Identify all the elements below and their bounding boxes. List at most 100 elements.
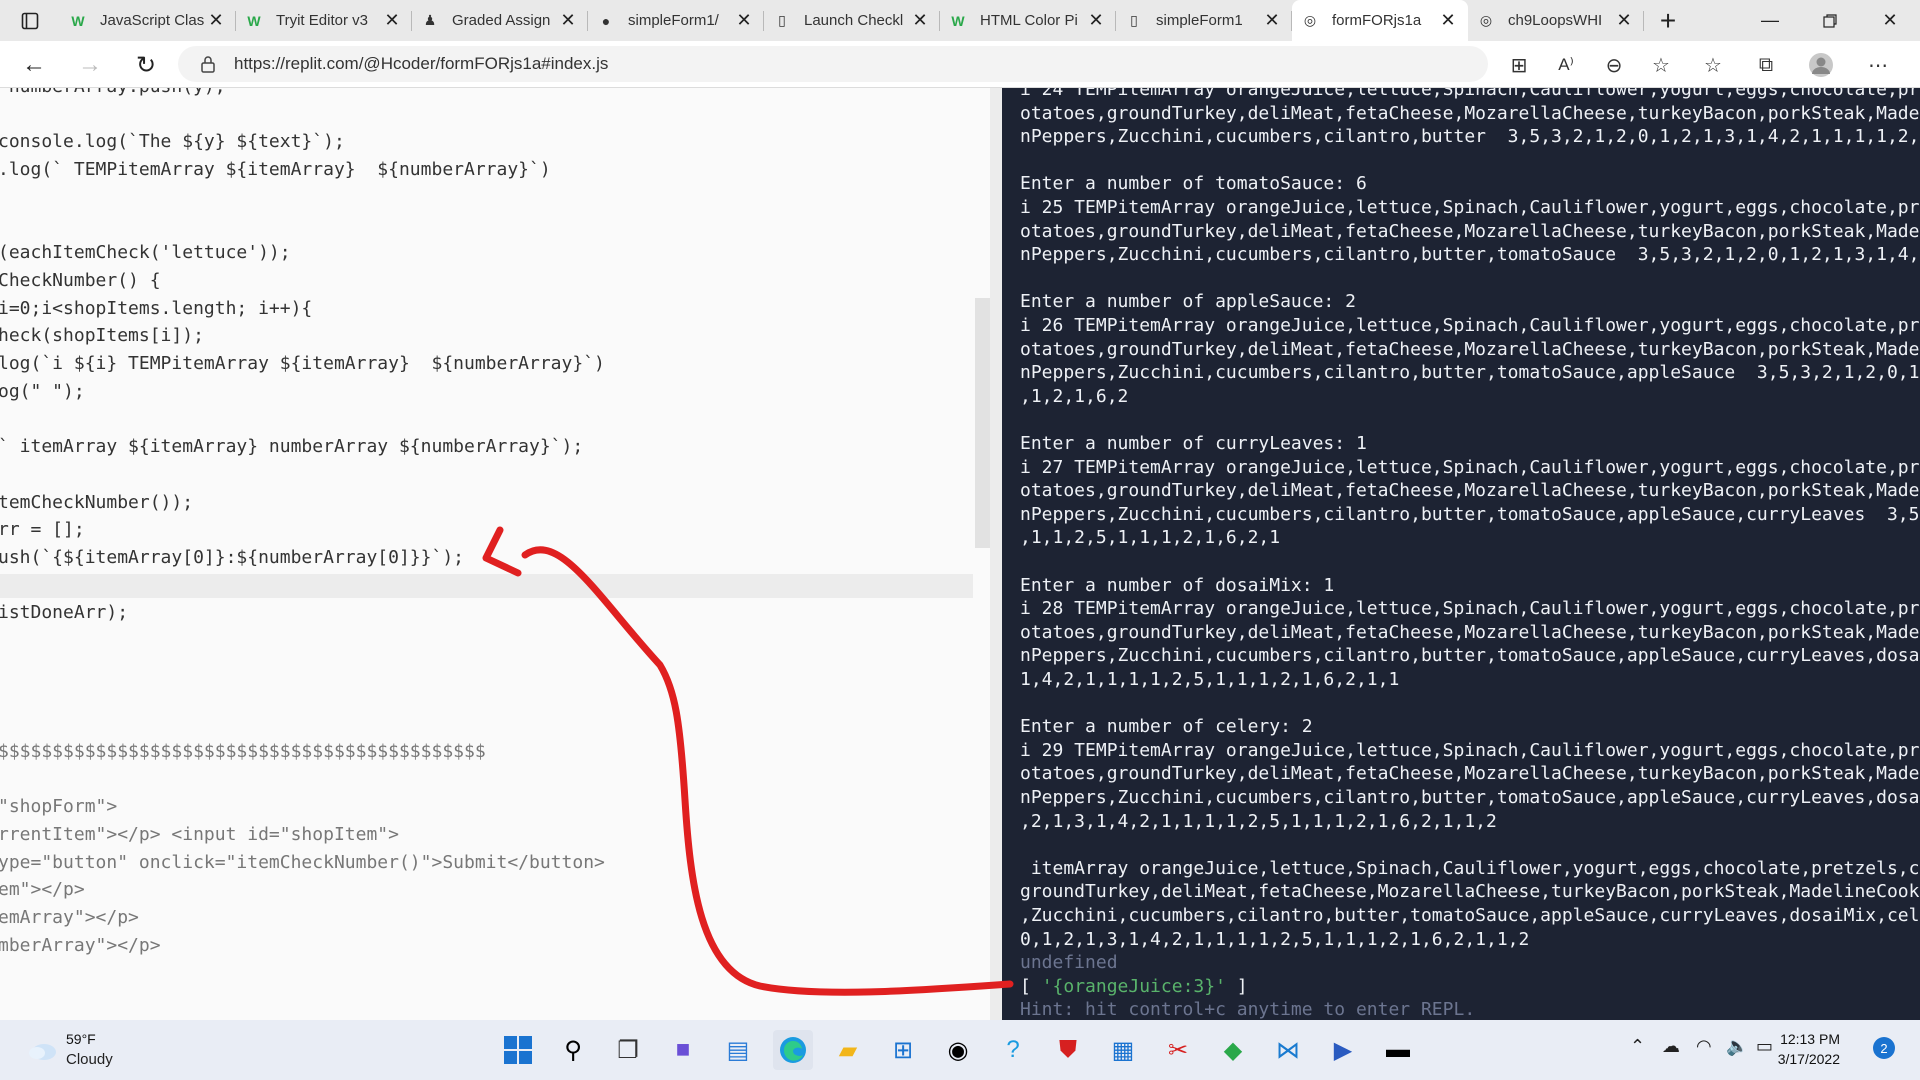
close-tab-icon[interactable]: ✕: [908, 10, 932, 31]
settings-menu-button[interactable]: ⋯: [1862, 49, 1894, 81]
help-button[interactable]: ?: [993, 1030, 1033, 1070]
notepad-icon: ▤: [726, 1036, 750, 1064]
battery-icon[interactable]: ▭: [1756, 1036, 1773, 1057]
git-button[interactable]: ◆: [1213, 1030, 1253, 1070]
close-tab-icon[interactable]: ✕: [1436, 10, 1460, 31]
tab-title: simpleForm1/: [628, 12, 719, 29]
code-line: $$$$$$$$$$$$$$$$$$$$$$$$$$$$$$$$$$$$$$$$…: [0, 740, 486, 762]
minimize-button[interactable]: —: [1740, 0, 1800, 41]
tab-title: Launch Checkl: [804, 12, 904, 29]
console-line: ,2,1,3,1,4,2,1,1,1,1,2,5,1,1,1,2,1,6,2,1…: [1020, 810, 1497, 832]
wifi-icon[interactable]: ◠: [1696, 1036, 1712, 1057]
code-line: rrentItem"></p> <input id="shopItem">: [0, 823, 399, 845]
address-bar: ← → ↻ https://replit.com/@Hcoder/formFOR…: [0, 41, 1920, 88]
console-line: ,Zucchini,cucumbers,cilantro,butter,toma…: [1020, 905, 1920, 926]
back-button[interactable]: ←: [16, 47, 52, 83]
editor-scrollbar[interactable]: [975, 298, 990, 548]
tab-4[interactable]: ● simpleForm1/ ✕: [588, 0, 764, 41]
tab-actions-button[interactable]: [0, 0, 60, 41]
clock-date[interactable]: 3/17/2022: [1778, 1051, 1840, 1067]
store-button[interactable]: ⊞: [883, 1030, 923, 1070]
tab-8[interactable]: ◎ formFORjs1a ✕: [1292, 0, 1468, 41]
console-line: Enter a number of dosaiMix: 1: [1020, 574, 1335, 596]
star-add-icon: ☆: [1652, 54, 1670, 77]
calendar-button[interactable]: ▦: [1103, 1030, 1143, 1070]
replit-icon: ◎: [1479, 12, 1493, 28]
close-tab-icon[interactable]: ✕: [1260, 10, 1284, 31]
code-line: em"></p>: [0, 879, 85, 901]
w-icon: W: [247, 12, 261, 29]
tab-title: Graded Assign: [452, 12, 551, 29]
start-button[interactable]: [498, 1030, 538, 1070]
collections-button[interactable]: ⧉: [1750, 49, 1782, 81]
tab-7[interactable]: ▯ simpleForm1 ✕: [1116, 0, 1292, 41]
weather-widget[interactable]: [22, 1030, 62, 1070]
close-tab-icon[interactable]: ✕: [556, 10, 580, 31]
show-hidden-icons-button[interactable]: ⌃: [1630, 1036, 1645, 1057]
code-line: mberArray"></p>: [0, 934, 161, 956]
code-editor[interactable]: numberArray.push(y); console.log(`The ${y…: [0, 88, 990, 1020]
tab-title: HTML Color Pi: [980, 12, 1078, 29]
task-view-button[interactable]: ❐: [608, 1030, 648, 1070]
powershell-button[interactable]: ▶: [1323, 1030, 1363, 1070]
console-line: nPeppers,Zucchini,cucumbers,cilantro,but…: [1020, 503, 1920, 525]
search-icon: ⚲: [564, 1036, 582, 1064]
close-tab-icon[interactable]: ✕: [380, 10, 404, 31]
close-window-button[interactable]: ✕: [1860, 0, 1920, 41]
zoom-out-icon: ⊖: [1605, 54, 1623, 77]
file-explorer-button[interactable]: ▰: [828, 1030, 868, 1070]
onedrive-icon[interactable]: ☁: [1662, 1036, 1680, 1057]
console-line: 1,4,2,1,1,1,1,2,5,1,1,1,2,1,6,2,1,1: [1020, 669, 1400, 690]
tab-3[interactable]: ♟ Graded Assign ✕: [412, 0, 588, 41]
favorites-button[interactable]: ☆: [1697, 49, 1729, 81]
github-icon: ●: [601, 12, 611, 29]
forward-button[interactable]: →: [72, 47, 108, 83]
shield-icon: ⛊: [1059, 1036, 1077, 1063]
vscode-button[interactable]: ⋈: [1268, 1030, 1308, 1070]
console-line: nPeppers,Zucchini,cucumbers,cilantro,but…: [1020, 787, 1920, 808]
new-tab-button[interactable]: +: [1644, 0, 1692, 41]
edge-icon: [780, 1037, 806, 1063]
notepad-button[interactable]: ▤: [718, 1030, 758, 1070]
snipping-icon: ✂: [1167, 1036, 1189, 1064]
cloud-icon: [29, 1044, 56, 1060]
read-aloud-button[interactable]: A⁾: [1550, 49, 1582, 81]
console-line: i 24 TEMPitemArray orangeJuice,lettuce,S…: [1020, 88, 1920, 100]
snipping-tool-button[interactable]: ✂: [1158, 1030, 1198, 1070]
chat-button[interactable]: ■: [663, 1030, 703, 1070]
github-desktop-button[interactable]: ◉: [938, 1030, 978, 1070]
mcafee-button[interactable]: ⛊: [1048, 1030, 1088, 1070]
console-panel[interactable]: i 24 TEMPitemArray orangeJuice,lettuce,S…: [1002, 88, 1920, 1020]
volume-icon[interactable]: 🔈: [1726, 1036, 1748, 1057]
close-tab-icon[interactable]: ✕: [1612, 10, 1636, 31]
edge-button[interactable]: [773, 1030, 813, 1070]
refresh-button[interactable]: ↻: [128, 47, 164, 83]
tab-9[interactable]: ◎ ch9LoopsWHI ✕: [1468, 0, 1644, 41]
back-arrow-icon: ←: [22, 51, 46, 78]
taskbar: 59°F Cloudy ⚲ ❐ ■ ▤ ▰ ⊞ ◉ ? ⛊ ▦ ✂ ◆ ⋈ ▶ …: [0, 1020, 1920, 1080]
apps-button[interactable]: ⊞: [1503, 49, 1535, 81]
console-line: otatoes,groundTurkey,deliMeat,fetaCheese…: [1020, 480, 1920, 502]
maximize-button[interactable]: [1800, 0, 1860, 41]
clock-time[interactable]: 12:13 PM: [1780, 1031, 1840, 1047]
pane-divider[interactable]: [990, 88, 1002, 1020]
favorite-button[interactable]: ☆: [1645, 49, 1677, 81]
console-line: itemArray orangeJuice,lettuce,Spinach,Ca…: [1020, 857, 1920, 879]
search-button[interactable]: ⚲: [553, 1030, 593, 1070]
terminal-button[interactable]: ▬: [1378, 1030, 1418, 1070]
url-field[interactable]: https://replit.com/@Hcoder/formFORjs1a#i…: [178, 46, 1488, 82]
tab-6[interactable]: W HTML Color Pi ✕: [940, 0, 1116, 41]
profile-button[interactable]: [1805, 49, 1837, 81]
console-line: otatoes,groundTurkey,deliMeat,fetaCheese…: [1020, 621, 1920, 643]
close-tab-icon[interactable]: ✕: [204, 10, 228, 31]
zoom-button[interactable]: ⊖: [1598, 49, 1630, 81]
close-tab-icon[interactable]: ✕: [732, 10, 756, 31]
tab-1[interactable]: W JavaScript Clas ✕: [60, 0, 236, 41]
tab-2[interactable]: W Tryit Editor v3 ✕: [236, 0, 412, 41]
close-tab-icon[interactable]: ✕: [1084, 10, 1108, 31]
task-view-icon: ❐: [617, 1036, 639, 1064]
windows-icon: [504, 1036, 532, 1064]
tab-5[interactable]: ▯ Launch Checkl ✕: [764, 0, 940, 41]
code-line: CheckNumber() {: [0, 269, 161, 291]
notification-badge[interactable]: 2: [1873, 1037, 1895, 1059]
